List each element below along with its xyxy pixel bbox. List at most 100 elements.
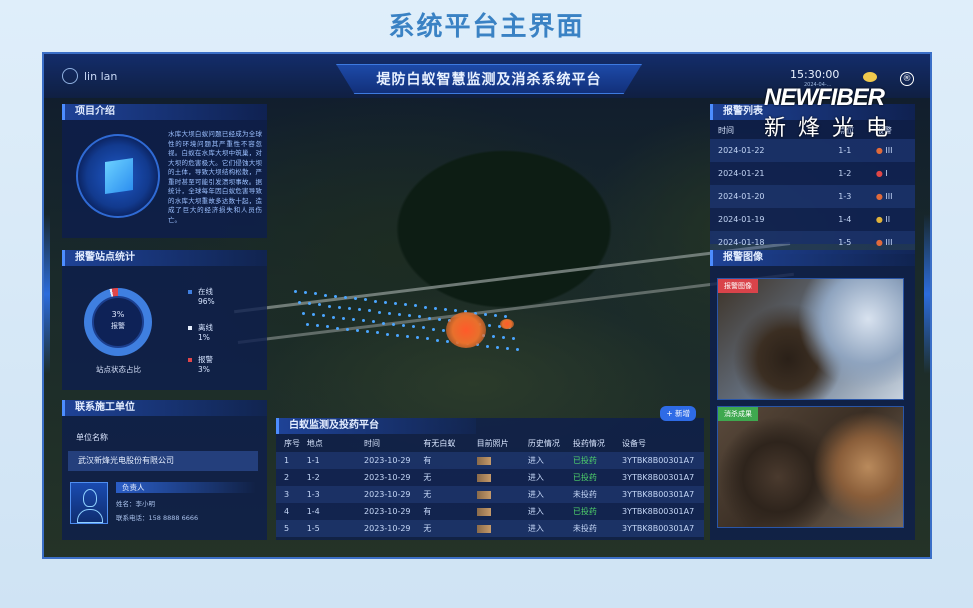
result-photo-tag: 消杀成果 (718, 407, 758, 421)
row-photo[interactable] (476, 503, 528, 520)
monitor-col: 序号 (284, 439, 300, 448)
brand-logo: NEWFIBER 新烽光电 (764, 84, 901, 140)
monitoring-point-dot (444, 308, 447, 311)
photo-thumbnail-icon (476, 490, 491, 499)
legend-offline: 离线 1% (188, 322, 213, 342)
alarm-photo-tag: 报警图像 (718, 279, 758, 293)
row-history[interactable]: 进入 (528, 486, 573, 503)
level-dot-icon: ● (875, 146, 883, 155)
alarm-row[interactable]: 2024-01-22 1-1 ● III (710, 139, 915, 162)
monitoring-point-dot (336, 326, 339, 330)
donut-label: 报警 (111, 322, 125, 330)
row-time: 2023-10-29 (364, 456, 411, 465)
status-donut[interactable]: 3% 报警 (84, 288, 152, 356)
alarm-row[interactable]: 2024-01-19 1-4 ● II (710, 208, 915, 231)
row-termite: 无 (423, 524, 432, 533)
row-dosing: 已投药 (572, 507, 597, 516)
row-time: 2023-10-29 (364, 524, 411, 533)
row-history[interactable]: 进入 (528, 469, 573, 486)
left-edge-glow (44, 214, 50, 374)
monitoring-point-dot (346, 327, 349, 331)
alarm-images-panel: 报警图像 报警图像 消杀成果 (710, 250, 915, 540)
monitoring-point-dot (486, 344, 489, 348)
monitoring-point-dot (388, 311, 391, 315)
dashboard-screen: lin lan 堤防白蚁智慧监测及消杀系统平台 15:30:00 2024-04… (42, 52, 932, 559)
page-title: 系统平台主界面 (388, 12, 585, 42)
monitoring-point-dot (334, 294, 337, 298)
row-no: 2 (284, 473, 290, 482)
app-title: 堤防白蚁智慧监测及消杀系统平台 (336, 64, 642, 94)
row-site: 1-5 (306, 524, 320, 533)
legend-online: 在线 96% (188, 286, 215, 306)
unit-label: 单位名称 (76, 433, 108, 442)
row-photo[interactable] (476, 452, 528, 469)
clock-time: 15:30:00 (790, 68, 840, 81)
alarm-stats-title: 报警站点统计 (62, 250, 267, 266)
monitor-row[interactable]: 5 1-5 2023-10-29 无 进入 未投药 3YTBK8B00301A7 (276, 520, 704, 537)
monitoring-point-dot (332, 315, 335, 319)
monitor-table: 序号 地点 时间 有无白蚁 目前照片 历史情况 投药情况 设备号 1 1-1 2023-10-… (276, 435, 704, 537)
row-device: 3YTBK8B00301A7 (622, 456, 695, 465)
row-photo[interactable] (476, 469, 528, 486)
monitoring-point-dot (402, 324, 405, 327)
row-site: 1-3 (306, 490, 320, 499)
monitoring-point-dot (428, 316, 431, 320)
row-history[interactable]: 进入 (528, 503, 573, 520)
monitor-col: 地点 (306, 439, 323, 448)
alarm-date: 2024-01-20 (718, 192, 765, 201)
heat-spot-main[interactable] (446, 312, 486, 348)
row-termite: 无 (423, 473, 432, 482)
row-device: 3YTBK8B00301A7 (622, 473, 695, 482)
monitoring-point-dot (386, 332, 389, 336)
contact-panel: 联系施工单位 单位名称 武汉新烽光电股份有限公司 负责人 姓名：李小明 联系电话… (62, 400, 267, 540)
row-dosing: 已投药 (572, 456, 597, 465)
monitor-col: 时间 (364, 439, 381, 448)
monitor-row[interactable]: 2 1-2 2023-10-29 无 进入 已投药 3YTBK8B00301A7 (276, 469, 704, 486)
project-intro-title: 项目介绍 (62, 104, 267, 120)
monitoring-point-dot (432, 327, 435, 331)
person-avatar-icon (70, 482, 108, 524)
row-time: 2023-10-29 (364, 507, 411, 516)
alarm-point: 1-1 (838, 146, 852, 155)
monitoring-point-dot (338, 305, 341, 309)
heat-spot-small[interactable] (500, 319, 514, 329)
monitoring-point-dot (344, 296, 347, 299)
result-photo[interactable]: 消杀成果 (717, 406, 904, 528)
alarm-row[interactable]: 2024-01-21 1-2 ● I (710, 162, 915, 185)
monitoring-point-dot (348, 307, 351, 310)
monitoring-point-dot (328, 304, 331, 308)
donut-value: 3% (111, 310, 125, 319)
add-button[interactable]: + 新增 (660, 406, 696, 421)
alarm-row[interactable]: 2024-01-20 1-3 ● III (710, 185, 915, 208)
monitoring-point-dot (396, 333, 399, 337)
monitor-row[interactable]: 4 1-4 2023-10-29 有 进入 已投药 3YTBK8B00301A7 (276, 503, 704, 520)
alarm-point: 1-2 (838, 169, 852, 178)
monitoring-point-dot (436, 338, 439, 342)
alarm-stats-panel: 报警站点统计 3% 报警 站点状态占比 在线 96% 离线 1% 报警 3% (62, 250, 267, 390)
user-info[interactable]: lin lan (62, 68, 117, 84)
row-photo[interactable] (476, 486, 528, 503)
row-photo[interactable] (476, 520, 528, 537)
registered-mark: ® (900, 72, 914, 86)
row-history[interactable]: 进入 (528, 452, 573, 469)
project-intro-text: 水库大坝白蚁问题已经成为全球性的环境问题其严重性不容忽视。白蚁在水库大坝中筑巢，… (168, 130, 262, 224)
monitoring-point-dot (394, 302, 397, 305)
user-avatar-icon (62, 68, 78, 84)
weather-icon (863, 72, 877, 82)
alarm-photo[interactable]: 报警图像 (717, 278, 904, 400)
monitoring-point-dot (324, 293, 327, 297)
monitor-row[interactable]: 3 1-3 2023-10-29 无 进入 未投药 3YTBK8B00301A7 (276, 486, 704, 503)
alarm-date: 2024-01-22 (718, 146, 765, 155)
alarm-level: ● II (875, 215, 891, 224)
monitoring-point-dot (374, 299, 377, 303)
row-device: 3YTBK8B00301A7 (622, 490, 695, 499)
donut-caption: 站点状态占比 (96, 365, 141, 374)
alarm-level: ● III (875, 192, 893, 201)
unit-name: 武汉新烽光电股份有限公司 (68, 451, 258, 471)
monitor-row[interactable]: 1 1-1 2023-10-29 有 进入 已投药 3YTBK8B00301A7 (276, 452, 704, 469)
monitoring-point-dot (488, 323, 491, 327)
row-history[interactable]: 进入 (528, 520, 573, 537)
monitoring-point-dot (352, 318, 355, 321)
monitor-col: 历史情况 (527, 439, 560, 448)
alarm-point: 1-3 (838, 192, 852, 201)
